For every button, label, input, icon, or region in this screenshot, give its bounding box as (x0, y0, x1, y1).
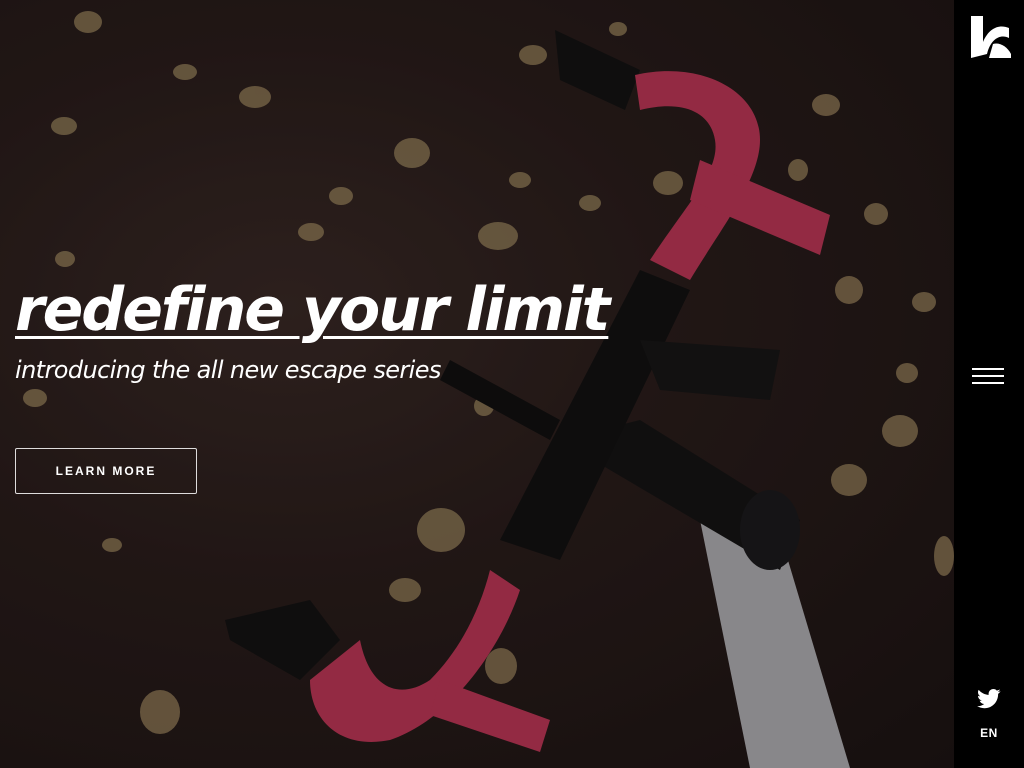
twitter-icon[interactable] (977, 688, 1001, 710)
menu-line (972, 375, 1004, 377)
brand-logo-icon[interactable] (969, 14, 1013, 60)
menu-line (972, 382, 1004, 384)
hero-section: redefine your limit introducing the all … (0, 0, 954, 768)
hero-headline[interactable]: redefine your limit (15, 272, 610, 348)
hamburger-menu-icon[interactable] (972, 362, 1006, 390)
language-switcher[interactable]: EN (954, 726, 1024, 740)
hero-subheadline: introducing the all new escape series (15, 356, 441, 384)
right-sidebar: EN (954, 0, 1024, 768)
learn-more-button[interactable]: LEARN MORE (15, 448, 197, 494)
menu-line (972, 368, 1004, 370)
